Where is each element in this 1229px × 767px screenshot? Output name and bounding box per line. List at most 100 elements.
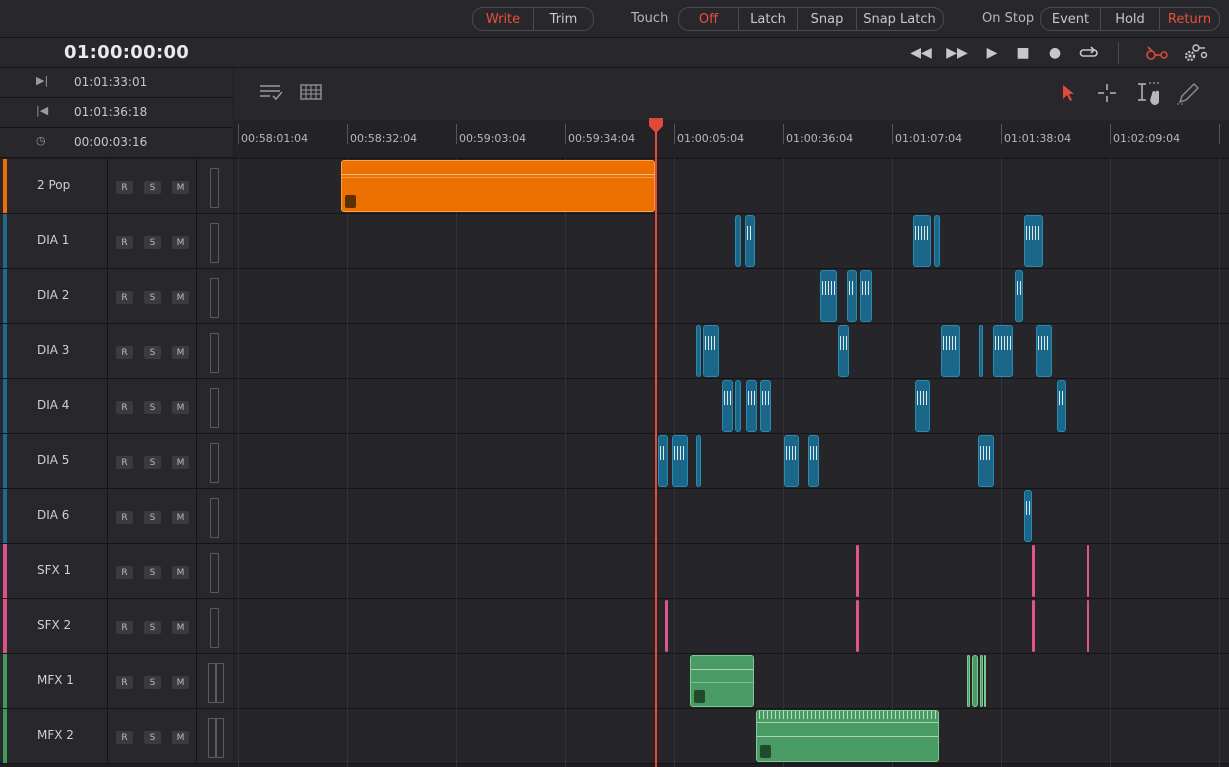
record-arm-button[interactable]: R [116, 181, 133, 194]
solo-button[interactable]: S [144, 511, 161, 524]
audio-clip[interactable] [915, 380, 930, 432]
audio-clip[interactable] [696, 325, 701, 377]
solo-button[interactable]: S [144, 401, 161, 414]
audio-clip[interactable] [703, 325, 719, 377]
track-header[interactable]: DIA 3 RSM [0, 324, 233, 379]
record-arm-button[interactable]: R [116, 456, 133, 469]
mute-button[interactable]: M [172, 346, 189, 359]
range-tool-icon[interactable] [1134, 80, 1164, 106]
solo-button[interactable]: S [144, 291, 161, 304]
timecode-display[interactable]: 01:00:00:00 [64, 42, 189, 63]
out-point-value[interactable]: 01:01:36:18 [74, 105, 147, 119]
track-lane[interactable] [234, 489, 1229, 544]
track-header[interactable]: DIA 5 RSM [0, 434, 233, 489]
track-name[interactable]: DIA 6 [37, 508, 69, 522]
track-lane[interactable] [234, 324, 1229, 379]
mute-button[interactable]: M [172, 456, 189, 469]
solo-button[interactable]: S [144, 181, 161, 194]
fast-forward-icon[interactable]: ▶▶ [946, 44, 968, 62]
audio-clip[interactable] [856, 600, 859, 652]
audio-clip[interactable] [1032, 600, 1035, 652]
audio-clip[interactable] [1087, 545, 1089, 597]
track-name[interactable]: 2 Pop [37, 178, 70, 192]
track-name[interactable]: DIA 4 [37, 398, 69, 412]
solo-button[interactable]: S [144, 456, 161, 469]
audio-clip[interactable] [658, 435, 668, 487]
mute-button[interactable]: M [172, 621, 189, 634]
track-name[interactable]: SFX 2 [37, 618, 71, 632]
track-header[interactable]: DIA 2 RSM [0, 269, 233, 324]
snap-button[interactable]: Snap [797, 8, 856, 30]
event-button[interactable]: Event [1041, 8, 1100, 30]
audio-clip[interactable] [1036, 325, 1052, 377]
return-button[interactable]: Return [1159, 8, 1219, 30]
in-point-value[interactable]: 01:01:33:01 [74, 75, 147, 89]
track-header[interactable]: 2 Pop R S M [0, 159, 233, 214]
track-header[interactable]: DIA 6 RSM [0, 489, 233, 544]
timeline-ruler[interactable]: 00:58:01:04 00:58:32:04 00:59:03:04 00:5… [234, 120, 1229, 159]
track-name[interactable]: DIA 2 [37, 288, 69, 302]
hold-button[interactable]: Hold [1100, 8, 1159, 30]
track-list-icon[interactable] [258, 82, 286, 102]
audio-clip[interactable] [735, 380, 741, 432]
record-arm-button[interactable]: R [116, 676, 133, 689]
audio-clip[interactable] [665, 600, 668, 652]
stop-icon[interactable]: ■ [1013, 44, 1033, 62]
audio-clip[interactable] [1015, 270, 1023, 322]
track-name[interactable]: SFX 1 [37, 563, 71, 577]
track-name[interactable]: DIA 5 [37, 453, 69, 467]
audio-clip[interactable] [760, 380, 771, 432]
record-arm-button[interactable]: R [116, 621, 133, 634]
track-lane[interactable] [234, 544, 1229, 599]
play-icon[interactable]: ▶ [982, 44, 1002, 62]
audio-clip[interactable] [1087, 600, 1089, 652]
track-header[interactable]: MFX 2 RSM [0, 709, 233, 764]
selection-tool-icon[interactable] [1060, 83, 1076, 103]
track-header[interactable]: DIA 4 RSM [0, 379, 233, 434]
duration-value[interactable]: 00:00:03:16 [74, 135, 147, 149]
track-lane[interactable] [234, 709, 1229, 764]
audio-clip[interactable] [1024, 490, 1032, 542]
track-lane[interactable] [234, 269, 1229, 324]
audio-clip[interactable] [979, 325, 983, 377]
audio-clip[interactable] [672, 435, 688, 487]
latch-button[interactable]: Latch [738, 8, 797, 30]
record-arm-button[interactable]: R [116, 511, 133, 524]
record-arm-button[interactable]: R [116, 731, 133, 744]
grid-icon[interactable] [299, 82, 323, 102]
mute-button[interactable]: M [172, 511, 189, 524]
audio-clip[interactable] [1032, 545, 1035, 597]
clip-handle[interactable] [694, 690, 705, 703]
audio-clip[interactable] [978, 435, 994, 487]
audio-clip[interactable] [1057, 380, 1066, 432]
audio-clip[interactable] [972, 655, 978, 707]
track-header[interactable]: DIA 1 RSM [0, 214, 233, 269]
audio-clip[interactable] [745, 215, 755, 267]
track-header[interactable]: SFX 1 RSM [0, 544, 233, 599]
record-icon[interactable]: ● [1045, 44, 1065, 62]
audio-clip[interactable] [735, 215, 741, 267]
track-name[interactable]: DIA 3 [37, 343, 69, 357]
track-header[interactable]: MFX 1 RSM [0, 654, 233, 709]
audio-clip[interactable] [860, 270, 872, 322]
audio-clip[interactable] [690, 655, 754, 707]
audio-clip[interactable] [934, 215, 940, 267]
mute-button[interactable]: M [172, 731, 189, 744]
clip-handle[interactable] [345, 195, 356, 208]
pencil-tool-icon[interactable] [1174, 80, 1204, 106]
mute-button[interactable]: M [172, 676, 189, 689]
solo-button[interactable]: S [144, 731, 161, 744]
clip-handle[interactable] [760, 745, 771, 758]
audio-clip[interactable] [820, 270, 837, 322]
settings-icon[interactable] [1180, 44, 1208, 62]
automation-icon[interactable] [1143, 44, 1169, 62]
audio-clip[interactable] [341, 160, 655, 212]
track-name[interactable]: MFX 2 [37, 728, 74, 742]
audio-clip[interactable] [696, 435, 701, 487]
track-lane[interactable] [234, 214, 1229, 269]
mute-button[interactable]: M [172, 401, 189, 414]
solo-button[interactable]: S [144, 566, 161, 579]
solo-button[interactable]: S [144, 236, 161, 249]
solo-button[interactable]: S [144, 346, 161, 359]
record-arm-button[interactable]: R [116, 236, 133, 249]
